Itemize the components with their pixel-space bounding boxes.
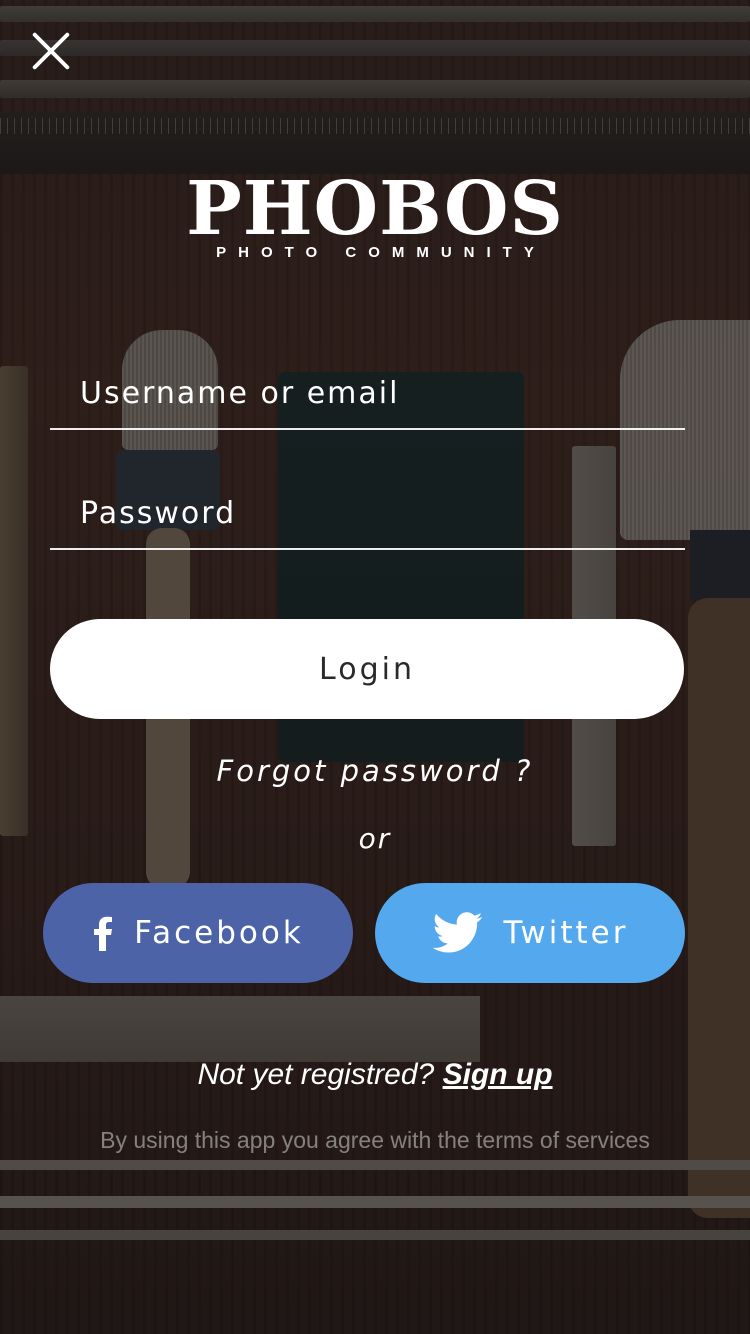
- login-screen: PHOBOS PHOTO COMMUNITY Login Forgot pass…: [0, 0, 750, 1334]
- signup-prompt: Not yet registred? Sign up: [0, 1058, 750, 1092]
- facebook-label: Facebook: [134, 915, 304, 951]
- username-input[interactable]: [50, 358, 685, 428]
- facebook-login-button[interactable]: Facebook: [43, 883, 353, 983]
- facebook-icon: [92, 915, 114, 951]
- close-icon[interactable]: [30, 30, 72, 72]
- password-field-container: [50, 478, 685, 550]
- signup-prompt-text: Not yet registred?: [197, 1058, 435, 1091]
- terms-notice: By using this app you agree with the ter…: [100, 1127, 650, 1153]
- twitter-label: Twitter: [503, 915, 629, 951]
- twitter-login-button[interactable]: Twitter: [375, 883, 685, 983]
- app-logo-title: PHOBOS: [186, 166, 564, 252]
- password-input[interactable]: [50, 478, 685, 548]
- signup-link[interactable]: Sign up: [443, 1058, 553, 1091]
- app-tagline: PHOTO COMMUNITY: [216, 244, 546, 261]
- username-field-container: [50, 358, 685, 430]
- login-button[interactable]: Login: [50, 619, 684, 719]
- forgot-password-link[interactable]: Forgot password ?: [0, 754, 750, 788]
- twitter-bird-icon: [432, 912, 484, 954]
- or-divider-text: or: [358, 822, 392, 855]
